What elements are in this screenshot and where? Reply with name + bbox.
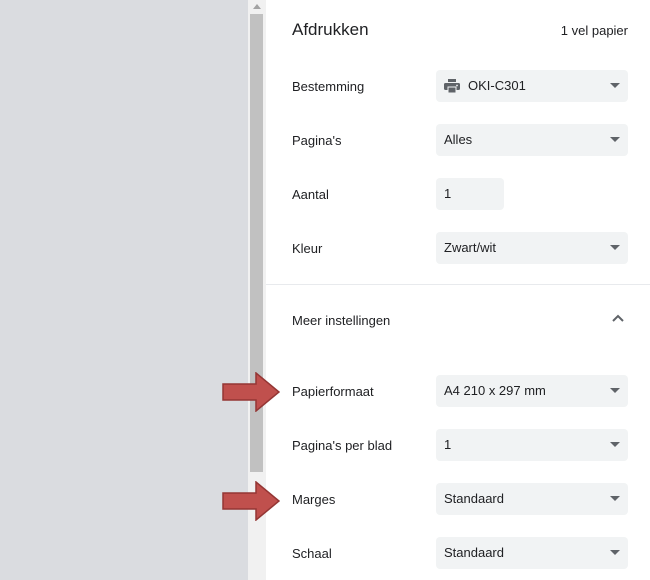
scale-select[interactable]: Standaard xyxy=(436,537,628,569)
pages-per-sheet-select[interactable]: 1 xyxy=(436,429,628,461)
chevron-down-icon xyxy=(610,550,620,555)
pages-value: Alles xyxy=(444,132,473,147)
color-label: Kleur xyxy=(292,241,323,256)
color-value: Zwart/wit xyxy=(444,240,496,255)
printer-icon xyxy=(444,79,460,93)
chevron-down-icon xyxy=(610,83,620,88)
section-divider xyxy=(266,284,650,285)
margins-select[interactable]: Standaard xyxy=(436,483,628,515)
destination-select[interactable]: OKI-C301 xyxy=(436,70,628,102)
paper-size-label: Papierformaat xyxy=(292,384,374,399)
pages-per-sheet-label: Pagina's per blad xyxy=(292,438,393,453)
margins-value: Standaard xyxy=(444,491,504,506)
print-settings-panel: Afdrukken 1 vel papier Bestemming OKI-C3… xyxy=(266,0,650,580)
pages-select[interactable]: Alles xyxy=(436,124,628,156)
chevron-up-icon xyxy=(612,314,624,322)
more-settings-label: Meer instellingen xyxy=(292,313,391,328)
chevron-down-icon xyxy=(610,442,620,447)
scale-value: Standaard xyxy=(444,545,504,560)
chevron-down-icon xyxy=(610,388,620,393)
chevron-down-icon xyxy=(610,245,620,250)
destination-label: Bestemming xyxy=(292,79,365,94)
copies-label: Aantal xyxy=(292,187,329,202)
print-preview-pane xyxy=(0,0,248,580)
chevron-down-icon xyxy=(610,496,620,501)
annotation-arrow-icon xyxy=(222,372,280,412)
more-settings-toggle[interactable]: Meer instellingen xyxy=(266,300,650,340)
copies-value: 1 xyxy=(444,186,452,201)
sheet-count: 1 vel papier xyxy=(560,23,628,38)
paper-size-value: A4 210 x 297 mm xyxy=(444,383,546,398)
color-select[interactable]: Zwart/wit xyxy=(436,232,628,264)
scroll-up-arrow-icon[interactable] xyxy=(253,4,261,9)
destination-value: OKI-C301 xyxy=(468,78,526,93)
copies-input[interactable]: 1 xyxy=(436,178,504,210)
margins-label: Marges xyxy=(292,492,336,507)
paper-size-select[interactable]: A4 210 x 297 mm xyxy=(436,375,628,407)
pages-label: Pagina's xyxy=(292,133,342,148)
scale-label: Schaal xyxy=(292,546,332,561)
chevron-down-icon xyxy=(610,137,620,142)
annotation-arrow-icon xyxy=(222,481,280,521)
page-title: Afdrukken xyxy=(292,20,369,39)
pages-per-sheet-value: 1 xyxy=(444,437,452,452)
